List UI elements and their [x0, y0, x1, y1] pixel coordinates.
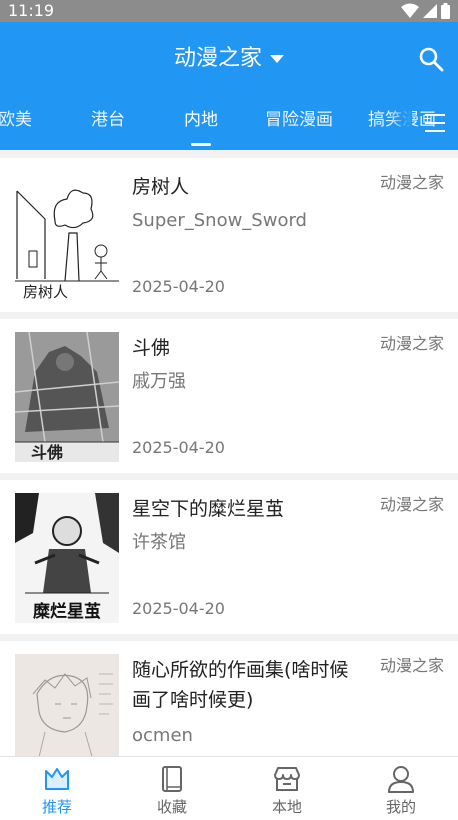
comic-cover: 糜烂星茧: [15, 493, 119, 623]
nav-favorites[interactable]: 收藏: [115, 757, 229, 820]
status-bar: 11:19: [0, 0, 458, 22]
comic-author: Super_Snow_Sword: [132, 210, 307, 231]
svg-text:房树人: 房树人: [23, 283, 68, 301]
tab-europe-america[interactable]: 欧美: [0, 108, 32, 132]
comic-date: 2025-04-20: [132, 599, 225, 618]
status-icons: [401, 3, 450, 19]
comic-author: 许茶馆: [132, 532, 186, 553]
status-time: 11:19: [8, 1, 55, 20]
nav-profile[interactable]: 我的: [344, 757, 458, 820]
nav-profile-label: 我的: [385, 798, 416, 816]
nav-recommend-label: 推荐: [41, 798, 72, 816]
search-icon[interactable]: [418, 46, 444, 72]
tab-hk-taiwan[interactable]: 港台: [91, 108, 125, 132]
list-item[interactable]: 房树人 房树人 Super_Snow_Sword 2025-04-20 动漫之家: [0, 158, 458, 312]
nav-local-label: 本地: [271, 798, 302, 816]
comic-source: 动漫之家: [379, 656, 444, 675]
crown-icon: [45, 768, 69, 790]
app-title: 动漫之家: [173, 46, 262, 71]
comic-source: 动漫之家: [379, 173, 444, 192]
comic-date: 2025-04-20: [132, 438, 225, 457]
book-icon: [162, 766, 182, 792]
signal-icon: [423, 4, 437, 18]
dropdown-arrow-icon: [270, 55, 284, 63]
comic-title: 随心所欲的作画集(啥时候画了啥时候更): [132, 659, 349, 711]
app-bar: 动漫之家: [0, 22, 458, 100]
menu-icon[interactable]: [424, 112, 446, 134]
battery-icon: [441, 3, 450, 19]
comic-source: 动漫之家: [379, 495, 444, 514]
nav-favorites-label: 收藏: [156, 798, 187, 816]
comic-date: 2025-04-20: [132, 277, 225, 296]
tab-fade: [388, 100, 412, 150]
comic-author: 戚万强: [132, 371, 186, 392]
tab-adventure[interactable]: 冒险漫画: [265, 108, 333, 132]
wifi-icon: [401, 3, 419, 18]
tab-mainland[interactable]: 内地: [184, 108, 218, 132]
cover-art-starry-cocoon: 糜烂星茧: [15, 493, 119, 623]
list-item[interactable]: 糜烂星茧 星空下的糜烂星茧 许茶馆 2025-04-20 动漫之家: [0, 480, 458, 634]
svg-text:斗佛: 斗佛: [31, 443, 63, 462]
category-tabs: 欧美 港台 内地 冒险漫画 搞笑漫画: [0, 100, 458, 150]
cover-art-house-tree-person: 房树人: [15, 171, 119, 301]
store-icon: [274, 767, 300, 791]
comic-source: 动漫之家: [379, 334, 444, 353]
comic-cover: 斗佛: [15, 332, 119, 462]
comic-title: 房树人: [132, 176, 190, 198]
comic-author: ocmen: [132, 725, 193, 746]
nav-local[interactable]: 本地: [230, 757, 344, 820]
nav-recommend[interactable]: 推荐: [0, 757, 114, 820]
comic-title: 星空下的糜烂星茧: [132, 498, 285, 520]
comic-title: 斗佛: [132, 337, 171, 359]
source-selector[interactable]: 动漫之家: [0, 44, 458, 74]
list-item[interactable]: 斗佛 斗佛 戚万强 2025-04-20 动漫之家: [0, 319, 458, 473]
svg-text:糜烂星茧: 糜烂星茧: [33, 601, 101, 622]
tab-indicator: [191, 143, 211, 146]
bottom-nav: 推荐 收藏 本地 我的: [0, 756, 458, 820]
person-icon: [388, 766, 414, 793]
cover-art-dou-fo: 斗佛: [15, 332, 119, 462]
comic-cover: 房树人: [15, 171, 119, 301]
